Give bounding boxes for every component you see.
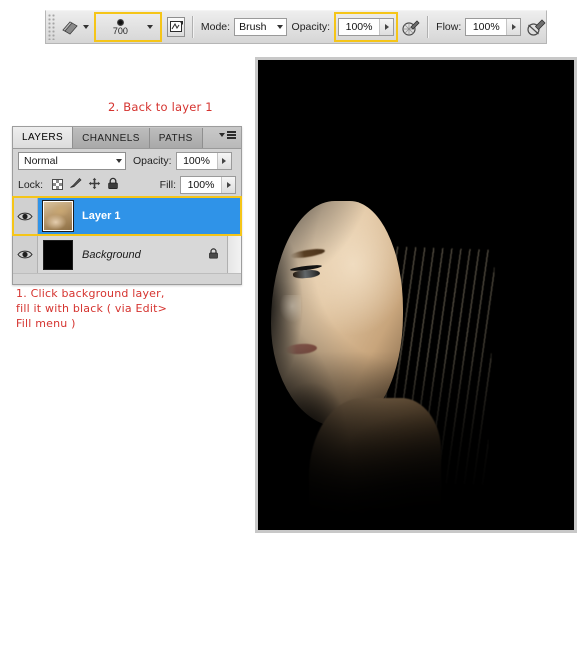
panel-opacity-value: 100% (183, 155, 210, 167)
layer-visibility-toggle-background[interactable] (13, 236, 38, 273)
flow-value: 100% (472, 21, 500, 33)
opacity-label: Opacity: (291, 21, 331, 33)
layer-thumbnail-layer-1[interactable] (42, 200, 74, 232)
fill-value: 100% (187, 178, 215, 191)
lock-row: Lock: Fill: 100% (13, 173, 241, 197)
lock-label: Lock: (18, 178, 44, 191)
blend-mode-select[interactable]: Normal (18, 152, 126, 170)
eye-icon (17, 212, 33, 220)
tool-preset-chevron-down-icon[interactable] (83, 25, 90, 29)
toolbar-grip-handle[interactable] (48, 14, 56, 40)
lock-image-pixels-icon[interactable] (69, 177, 82, 192)
eraser-icon[interactable] (58, 17, 79, 37)
mode-label: Mode: (200, 21, 231, 33)
brush-preset-chevron-down-icon[interactable] (147, 25, 154, 29)
mode-select[interactable]: Brush (234, 18, 287, 36)
layer-row-background[interactable]: Background (13, 235, 241, 273)
panel-opacity-label: Opacity: (133, 155, 172, 167)
opacity-field[interactable]: 100% (338, 18, 395, 36)
brush-size-picker[interactable]: 700 (98, 12, 142, 42)
mode-chevron-down-icon (276, 25, 283, 29)
blend-mode-value: Normal (24, 155, 58, 167)
airbrush-icon[interactable] (402, 17, 420, 37)
panel-opacity-slider-button[interactable] (216, 153, 231, 169)
layer-row-layer-1[interactable]: Layer 1 (12, 196, 242, 236)
options-bar: 700 Mode: Brush Opacity: 100% Flow: 100% (45, 10, 547, 44)
layer-locked-icon (208, 247, 219, 262)
canvas-frame: 3. Use Eraser tool to get rid of unwante… (255, 57, 577, 533)
eye-icon (17, 250, 33, 259)
blend-mode-chevron-down-icon (116, 159, 122, 163)
opacity-slider-button[interactable] (379, 19, 394, 35)
opacity-highlight: 100% (334, 12, 399, 42)
tab-paths[interactable]: PATHS (149, 128, 203, 148)
panel-tab-bar: LAYERS CHANNELS PATHS (13, 127, 241, 149)
panel-opacity-field[interactable]: 100% (175, 152, 232, 170)
toolbar-separator-2 (427, 16, 430, 38)
brush-size-highlight: 700 (94, 12, 163, 42)
flow-slider-button[interactable] (506, 19, 521, 35)
fill-field[interactable]: 100% (180, 175, 236, 194)
fill-label: Fill: (159, 178, 176, 191)
fill-slider-button[interactable] (221, 176, 235, 193)
panel-footer (13, 273, 241, 284)
mode-value: Brush (239, 21, 267, 33)
layer-name-background: Background (82, 248, 141, 261)
photo-vignette (258, 60, 574, 530)
annotation-step-1: 1. Click background layer, fill it with … (16, 287, 168, 330)
portrait-photo (258, 60, 574, 530)
opacity-value: 100% (345, 21, 373, 33)
flow-label: Flow: (436, 21, 462, 33)
lock-all-icon[interactable] (107, 177, 119, 193)
brush-tip-preview-icon (116, 18, 124, 26)
tab-layers[interactable]: LAYERS (13, 127, 74, 148)
brush-panel-toggle-button[interactable] (167, 17, 186, 37)
panel-menu-icon[interactable] (219, 131, 236, 139)
tab-channels[interactable]: CHANNELS (73, 128, 150, 148)
layer-visibility-toggle-layer-1[interactable] (13, 197, 38, 235)
blend-mode-row: Normal Opacity: 100% (13, 149, 241, 173)
brush-size-value: 700 (112, 25, 128, 36)
layers-panel: LAYERS CHANNELS PATHS Normal Opacity: 10… (12, 126, 242, 285)
lock-transparent-pixels-icon[interactable] (52, 179, 64, 190)
flow-field[interactable]: 100% (465, 18, 522, 36)
layer-list: Layer 1 Background (12, 196, 242, 273)
layer-thumbnail-background[interactable] (43, 239, 73, 270)
layer-name-layer-1: Layer 1 (82, 210, 121, 222)
annotation-step-2: 2. Back to layer 1 (108, 100, 213, 114)
lock-position-icon[interactable] (88, 177, 101, 193)
toolbar-separator-1 (192, 16, 194, 38)
tablet-pressure-icon[interactable] (527, 17, 546, 37)
